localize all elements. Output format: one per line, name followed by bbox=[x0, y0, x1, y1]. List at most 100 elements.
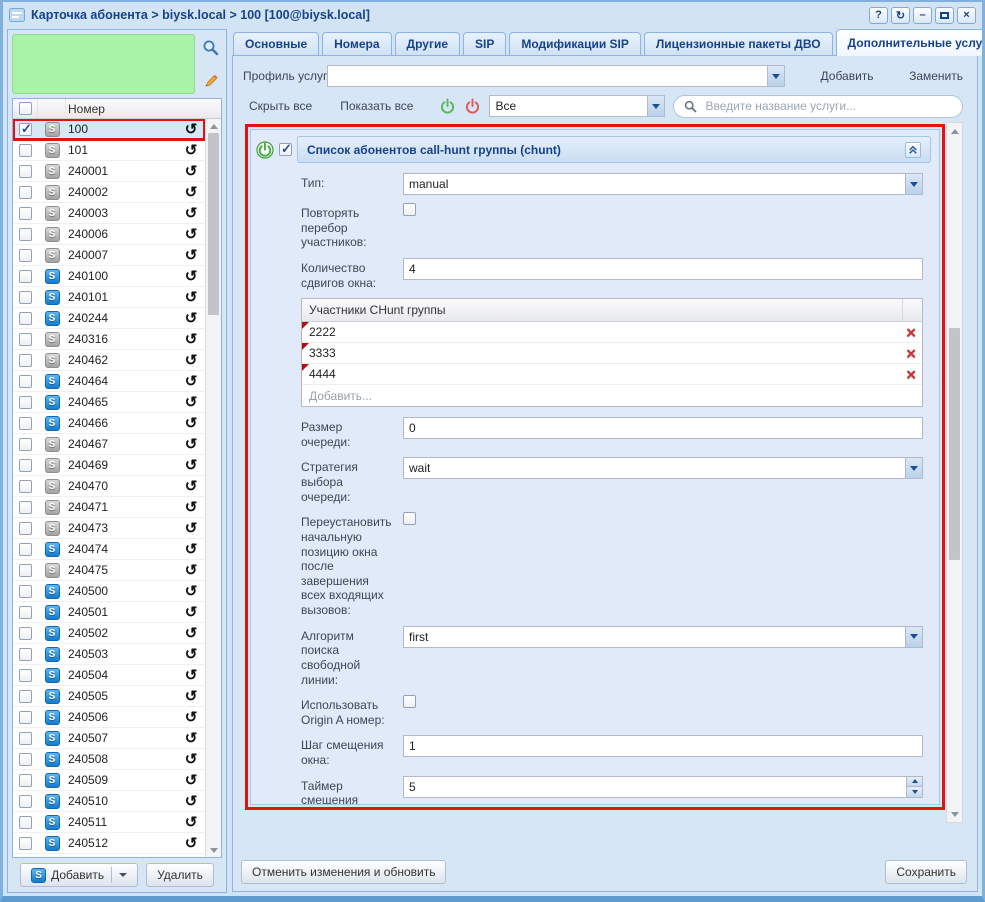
row-checkbox[interactable] bbox=[19, 459, 32, 472]
subscriber-row[interactable]: S240474↺ bbox=[13, 539, 205, 560]
show-all-button[interactable]: Показать все bbox=[340, 99, 413, 113]
row-checkbox[interactable] bbox=[19, 375, 32, 388]
subscriber-row[interactable]: S240507↺ bbox=[13, 728, 205, 749]
profile-replace-button[interactable]: Заменить bbox=[909, 69, 963, 83]
tab-1[interactable]: Основные bbox=[233, 32, 319, 56]
window-shifts-input[interactable] bbox=[403, 258, 923, 280]
subscriber-row[interactable]: S240512↺ bbox=[13, 833, 205, 854]
row-checkbox[interactable] bbox=[19, 333, 32, 346]
refresh-button[interactable]: ↻ bbox=[891, 7, 910, 24]
row-checkbox[interactable] bbox=[19, 564, 32, 577]
subscriber-row[interactable]: S240506↺ bbox=[13, 707, 205, 728]
row-checkbox[interactable] bbox=[19, 291, 32, 304]
main-scrollbar[interactable] bbox=[946, 122, 963, 823]
subscriber-row[interactable]: S240502↺ bbox=[13, 623, 205, 644]
service-search-input[interactable] bbox=[703, 98, 952, 114]
profile-add-button[interactable]: Добавить bbox=[821, 69, 874, 83]
history-icon[interactable]: ↺ bbox=[185, 773, 198, 788]
subscriber-row[interactable]: S240007↺ bbox=[13, 245, 205, 266]
sidebar-scrollbar[interactable] bbox=[205, 119, 221, 857]
row-checkbox[interactable] bbox=[19, 312, 32, 325]
combo-trigger[interactable] bbox=[767, 66, 784, 86]
history-icon[interactable]: ↺ bbox=[185, 395, 198, 410]
row-checkbox[interactable] bbox=[19, 627, 32, 640]
type-value[interactable] bbox=[404, 174, 922, 194]
subscriber-row[interactable]: S240101↺ bbox=[13, 287, 205, 308]
row-checkbox[interactable] bbox=[19, 795, 32, 808]
service-filter-combo[interactable] bbox=[489, 95, 665, 117]
row-checkbox[interactable] bbox=[19, 354, 32, 367]
subscriber-row[interactable]: S240505↺ bbox=[13, 686, 205, 707]
subscriber-row[interactable]: S240504↺ bbox=[13, 665, 205, 686]
delete-member-icon[interactable]: × bbox=[906, 366, 916, 383]
scroll-down-icon[interactable] bbox=[206, 843, 221, 857]
tab-5[interactable]: Модификации SIP bbox=[509, 32, 641, 56]
help-button[interactable]: ? bbox=[869, 7, 888, 24]
history-icon[interactable]: ↺ bbox=[185, 227, 198, 242]
subscriber-row[interactable]: S240003↺ bbox=[13, 203, 205, 224]
service-power-icon[interactable] bbox=[256, 141, 274, 159]
row-checkbox[interactable] bbox=[19, 522, 32, 535]
row-checkbox[interactable] bbox=[19, 753, 32, 766]
member-row[interactable]: 3333× bbox=[302, 343, 922, 364]
window-shift-timer-spinner[interactable] bbox=[403, 776, 923, 798]
reset-window-position-checkbox[interactable] bbox=[403, 512, 416, 525]
queue-strategy-combo[interactable] bbox=[403, 457, 923, 479]
row-checkbox[interactable] bbox=[19, 417, 32, 430]
tab-6[interactable]: Лицензионные пакеты ДВО bbox=[644, 32, 833, 56]
history-icon[interactable]: ↺ bbox=[185, 353, 198, 368]
minimize-button[interactable]: – bbox=[913, 7, 932, 24]
cancel-and-refresh-button[interactable]: Отменить изменения и обновить bbox=[241, 860, 446, 884]
row-checkbox[interactable] bbox=[19, 396, 32, 409]
sidebar-search-input[interactable] bbox=[12, 34, 195, 94]
tab-4[interactable]: SIP bbox=[463, 32, 506, 56]
history-icon[interactable]: ↺ bbox=[185, 143, 198, 158]
save-button[interactable]: Сохранить bbox=[885, 860, 967, 884]
scroll-down-icon[interactable] bbox=[947, 807, 962, 821]
subscriber-row[interactable]: S240473↺ bbox=[13, 518, 205, 539]
subscriber-row[interactable]: S240467↺ bbox=[13, 434, 205, 455]
row-checkbox[interactable] bbox=[19, 228, 32, 241]
row-checkbox[interactable] bbox=[19, 123, 32, 136]
history-icon[interactable]: ↺ bbox=[185, 857, 198, 858]
window-shift-timer-input[interactable] bbox=[403, 776, 923, 798]
window-shift-step-input[interactable] bbox=[403, 735, 923, 757]
subscriber-row[interactable]: S240316↺ bbox=[13, 329, 205, 350]
use-origin-a-checkbox[interactable] bbox=[403, 695, 416, 708]
row-checkbox[interactable] bbox=[19, 543, 32, 556]
history-icon[interactable]: ↺ bbox=[185, 416, 198, 431]
subscriber-row[interactable]: S240511↺ bbox=[13, 812, 205, 833]
row-checkbox[interactable] bbox=[19, 480, 32, 493]
history-icon[interactable]: ↺ bbox=[185, 731, 198, 746]
member-add-row[interactable]: Добавить... bbox=[302, 385, 922, 406]
disable-all-icon[interactable] bbox=[464, 98, 481, 115]
subscriber-row[interactable]: S240001↺ bbox=[13, 161, 205, 182]
delete-member-icon[interactable]: × bbox=[906, 345, 916, 362]
history-icon[interactable]: ↺ bbox=[185, 458, 198, 473]
history-icon[interactable]: ↺ bbox=[185, 206, 198, 221]
scrollbar-thumb[interactable] bbox=[208, 133, 219, 315]
row-checkbox[interactable] bbox=[19, 186, 32, 199]
scrollbar-thumb[interactable] bbox=[949, 328, 960, 560]
subscriber-row[interactable]: S240500↺ bbox=[13, 581, 205, 602]
history-icon[interactable]: ↺ bbox=[185, 521, 198, 536]
row-checkbox[interactable] bbox=[19, 711, 32, 724]
history-icon[interactable]: ↺ bbox=[185, 269, 198, 284]
member-row[interactable]: 4444× bbox=[302, 364, 922, 385]
history-icon[interactable]: ↺ bbox=[185, 311, 198, 326]
scroll-up-icon[interactable] bbox=[206, 119, 221, 133]
combo-trigger[interactable] bbox=[905, 627, 922, 647]
history-icon[interactable]: ↺ bbox=[185, 122, 198, 137]
subscriber-row[interactable]: S240509↺ bbox=[13, 770, 205, 791]
subscriber-row[interactable]: S240469↺ bbox=[13, 455, 205, 476]
subscriber-row[interactable]: S240006↺ bbox=[13, 224, 205, 245]
tab-7[interactable]: Дополнительные услуги bbox=[836, 29, 985, 56]
delete-subscriber-button[interactable]: Удалить bbox=[146, 863, 214, 887]
history-icon[interactable]: ↺ bbox=[185, 164, 198, 179]
history-icon[interactable]: ↺ bbox=[185, 479, 198, 494]
history-icon[interactable]: ↺ bbox=[185, 563, 198, 578]
subscriber-row[interactable]: S240501↺ bbox=[13, 602, 205, 623]
history-icon[interactable]: ↺ bbox=[185, 374, 198, 389]
subscriber-row[interactable]: S240244↺ bbox=[13, 308, 205, 329]
service-enabled-checkbox[interactable] bbox=[279, 143, 292, 156]
